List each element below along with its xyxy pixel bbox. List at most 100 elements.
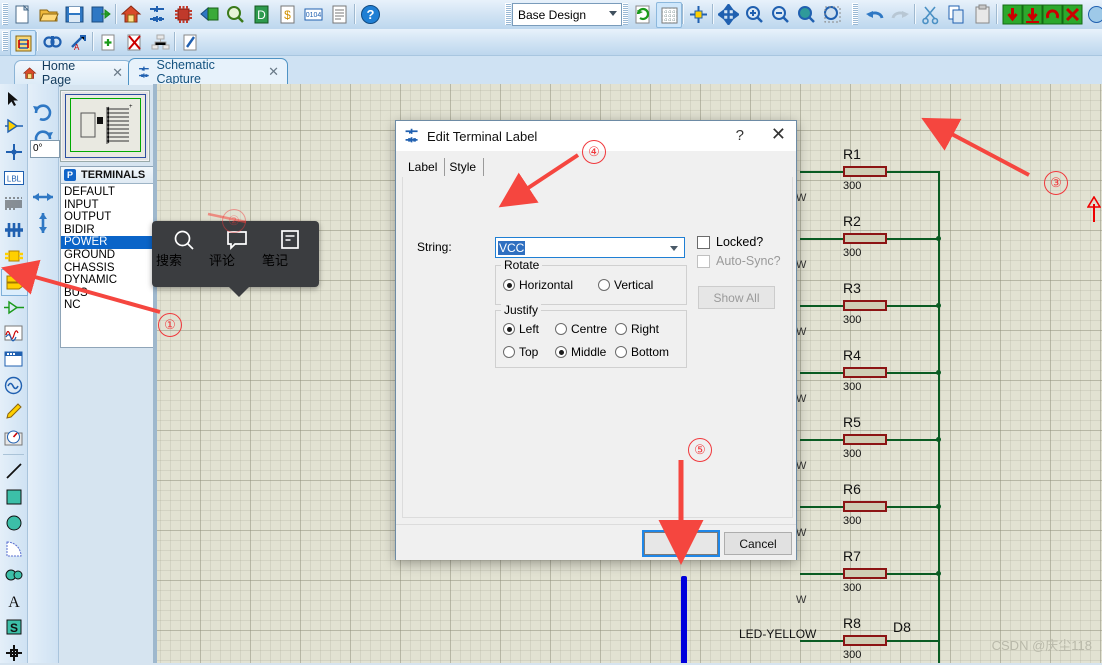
toolbar-grip[interactable]	[2, 3, 8, 25]
pcb-icon[interactable]	[171, 2, 195, 26]
tab-home-page[interactable]: Home Page ✕	[14, 59, 132, 87]
ok-button[interactable]: OK	[642, 530, 720, 557]
generator-icon[interactable]	[1, 373, 26, 398]
list-item[interactable]: BUS	[61, 287, 153, 300]
open-folder-icon[interactable]	[36, 2, 60, 26]
redo-icon[interactable]	[888, 2, 912, 26]
zoom-selection-icon[interactable]	[820, 2, 844, 26]
cancel-button[interactable]: Cancel	[724, 532, 792, 555]
tab-style[interactable]: Style	[445, 158, 485, 176]
paste-icon[interactable]	[970, 2, 994, 26]
radio-justify-top[interactable]: Top	[503, 345, 538, 359]
box-tool-icon[interactable]	[1, 484, 26, 509]
home-icon[interactable]	[119, 2, 143, 26]
tape-recorder-icon[interactable]	[1, 347, 26, 372]
symbol-tool-icon[interactable]: S	[1, 614, 26, 639]
graph-icon[interactable]	[1, 321, 26, 346]
rotation-angle-input[interactable]: 0°	[30, 140, 60, 158]
zoom-out-icon[interactable]	[768, 2, 792, 26]
list-item[interactable]: INPUT	[61, 199, 153, 212]
report-icon[interactable]	[327, 2, 351, 26]
path-tool-icon[interactable]	[1, 562, 26, 587]
selection-mode-icon[interactable]	[1, 87, 26, 112]
radio-justify-middle[interactable]: Middle	[555, 345, 606, 359]
selected-net-highlight[interactable]	[681, 576, 687, 663]
refresh-icon[interactable]	[630, 2, 654, 26]
zoom-in-icon[interactable]	[742, 2, 766, 26]
tab-label[interactable]: Label	[404, 158, 446, 176]
text-script-icon[interactable]	[1, 191, 26, 216]
device-pin-icon[interactable]	[1, 295, 26, 320]
popup-item-search[interactable]: 搜索	[156, 227, 211, 268]
string-input[interactable]: VCC	[495, 237, 685, 258]
radio-rotate-horizontal[interactable]: Horizontal	[503, 278, 573, 292]
toolbar-grip[interactable]	[2, 31, 8, 51]
grid-icon[interactable]	[656, 2, 682, 28]
list-item[interactable]: NC	[61, 299, 153, 312]
line-tool-icon[interactable]	[1, 458, 26, 483]
list-item[interactable]: OUTPUT	[61, 211, 153, 224]
radio-justify-left[interactable]: Left	[503, 322, 539, 336]
chevron-down-icon[interactable]	[670, 246, 678, 251]
new-sheet-icon[interactable]	[96, 30, 120, 54]
pan-icon[interactable]	[716, 2, 740, 26]
radio-justify-right[interactable]: Right	[615, 322, 659, 336]
new-file-icon[interactable]	[10, 2, 34, 26]
3d-view-icon[interactable]	[197, 2, 221, 26]
wire-autorouter-icon[interactable]: A	[66, 30, 90, 54]
virtual-instrument-icon[interactable]	[1, 425, 26, 450]
mirror-vertical-icon[interactable]	[30, 210, 56, 235]
help-icon[interactable]: ?	[358, 2, 382, 26]
component-mode-icon[interactable]	[1, 113, 26, 138]
toolbar-grip[interactable]	[852, 3, 858, 25]
design-selector[interactable]: Base Design	[512, 3, 622, 26]
radio-justify-bottom[interactable]: Bottom	[615, 345, 669, 359]
export-icon[interactable]	[88, 2, 112, 26]
find-icon[interactable]	[40, 30, 64, 54]
edit-icon[interactable]	[178, 30, 202, 54]
netlist-icon[interactable]: 0104	[301, 2, 325, 26]
list-item-power[interactable]: POWER	[61, 236, 153, 249]
locked-checkbox[interactable]: Locked?	[697, 235, 763, 249]
schematic-icon[interactable]	[145, 2, 169, 26]
toolbar-grip[interactable]	[505, 3, 511, 25]
list-item[interactable]: BIDIR	[61, 224, 153, 237]
schematic-mode-icon[interactable]	[10, 30, 36, 56]
popup-item-note[interactable]: 笔记	[262, 227, 317, 268]
copy-icon[interactable]	[944, 2, 968, 26]
list-item[interactable]: GROUND	[61, 249, 153, 262]
cut-icon[interactable]	[918, 2, 942, 26]
rotate-clockwise-icon[interactable]	[30, 98, 56, 123]
hierarchy-icon[interactable]	[148, 30, 172, 54]
toolbar-grip[interactable]	[622, 3, 628, 25]
bill-of-materials-icon[interactable]: D	[249, 2, 273, 26]
magnify-icon[interactable]	[223, 2, 247, 26]
voltage-probe-icon[interactable]	[1, 399, 26, 424]
circle-tool-icon[interactable]	[1, 510, 26, 535]
save-icon[interactable]	[62, 2, 86, 26]
power-terminal-icon[interactable]	[1087, 196, 1101, 222]
block-delete-icon[interactable]	[1060, 2, 1084, 26]
radio-justify-centre[interactable]: Centre	[555, 322, 607, 336]
origin-icon[interactable]	[686, 2, 710, 26]
buses-icon[interactable]	[1, 217, 26, 242]
remove-sheet-icon[interactable]	[122, 30, 146, 54]
radio-rotate-vertical[interactable]: Vertical	[598, 278, 653, 292]
zoom-area-icon[interactable]	[794, 2, 818, 26]
mirror-horizontal-icon[interactable]	[30, 184, 56, 209]
currency-icon[interactable]: $	[275, 2, 299, 26]
close-icon[interactable]: ✕	[264, 64, 279, 80]
close-icon[interactable]: ✕	[108, 65, 123, 81]
tab-schematic-capture[interactable]: Schematic Capture ✕	[128, 58, 288, 86]
list-item[interactable]: DEFAULT	[61, 186, 153, 199]
dialog-help-button[interactable]: ?	[736, 127, 744, 144]
marker-tool-icon[interactable]	[1, 640, 26, 665]
wire-label-icon[interactable]: LBL	[1, 165, 26, 190]
arc-tool-icon[interactable]	[1, 536, 26, 561]
terminals-mode-icon[interactable]	[1, 269, 28, 296]
list-item[interactable]: CHASSIS	[61, 262, 153, 275]
pick-icon[interactable]	[1084, 2, 1102, 26]
undo-icon[interactable]	[862, 2, 886, 26]
junction-dot-icon[interactable]	[1, 139, 26, 164]
list-item[interactable]: DYNAMIC	[61, 274, 153, 287]
